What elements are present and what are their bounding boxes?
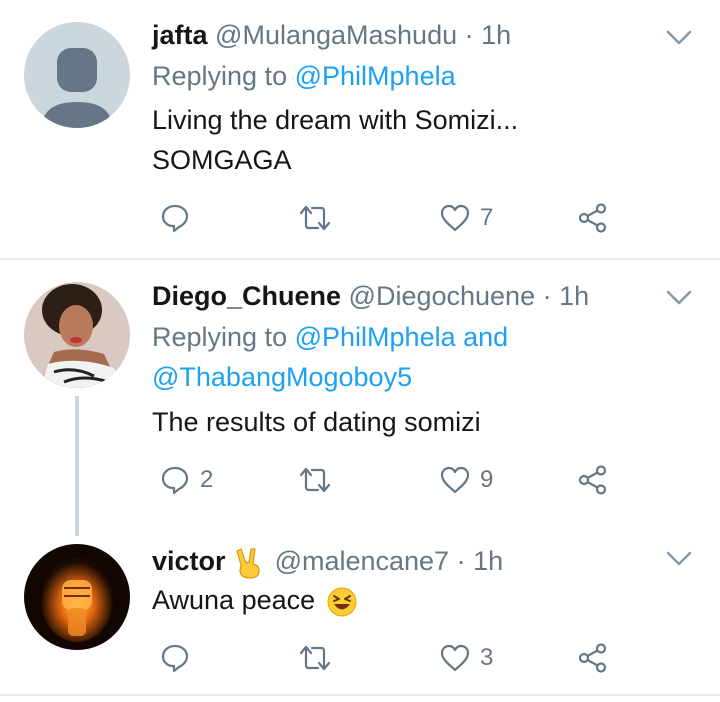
like-button[interactable]: 9: [440, 460, 493, 500]
share-button[interactable]: [578, 460, 608, 500]
avatar-victor[interactable]: [24, 544, 130, 650]
mention-link[interactable]: @ThabangMogoboy5: [152, 357, 508, 397]
reply-button[interactable]: 2: [160, 460, 213, 500]
tweet-header: victor @malencane7 · 1h: [152, 544, 503, 579]
tweet-text-line: Living the dream with Somizi...: [152, 105, 519, 135]
display-name[interactable]: victor: [152, 546, 226, 576]
replying-prefix: Replying to: [152, 61, 288, 91]
user-handle[interactable]: @Diegochuene: [349, 281, 536, 311]
replying-to: Replying to @PhilMphela: [152, 56, 456, 96]
display-name[interactable]: Diego_Chuene: [152, 281, 341, 311]
avatar-diego-chuene[interactable]: [24, 282, 130, 388]
tweet-text: The results of dating somizi: [152, 402, 481, 442]
share-button[interactable]: [578, 638, 608, 678]
like-count: 7: [480, 204, 494, 231]
reply-icon: [161, 204, 189, 233]
reply-icon: [161, 644, 189, 673]
replying-prefix: Replying to: [152, 322, 288, 352]
action-bar: 7: [152, 198, 632, 238]
like-icon: [440, 466, 470, 494]
action-bar: 3: [152, 638, 632, 678]
retweet-icon: [299, 205, 331, 231]
tweet-divider: [0, 694, 720, 696]
mention-link[interactable]: @PhilMphela and: [295, 322, 509, 352]
retweet-button[interactable]: [298, 638, 342, 678]
like-count: 9: [480, 466, 494, 493]
like-icon: [440, 644, 470, 672]
tweet-diego-chuene[interactable]: Diego_Chuene @Diegochuene · 1h Replying …: [0, 260, 720, 536]
tweet-victor[interactable]: victor @malencane7 · 1h Awuna peace 3: [0, 528, 720, 694]
like-count: 3: [480, 644, 494, 671]
like-icon: [440, 204, 470, 232]
default-avatar-icon: [42, 48, 112, 128]
retweet-button[interactable]: [298, 460, 342, 500]
laughing-face-emoji: [327, 587, 357, 617]
tweet-text: Living the dream with Somizi... SOMGAGA: [152, 100, 518, 180]
reply-icon: [161, 466, 189, 495]
reply-button[interactable]: [160, 638, 200, 678]
user-handle[interactable]: @MulangaMashudu: [215, 20, 457, 50]
action-bar: 2 9: [152, 460, 632, 500]
replying-to: Replying to @PhilMphela and @ThabangMogo…: [152, 317, 508, 397]
profile-photo: [24, 282, 130, 388]
tweet-text: Awuna peace: [152, 580, 357, 620]
share-button[interactable]: [578, 198, 608, 238]
victory-hand-emoji: [236, 548, 260, 579]
avatar-jafta[interactable]: [24, 22, 130, 128]
tweet-text-line: The results of dating somizi: [152, 407, 481, 437]
share-icon: [578, 643, 607, 673]
thread-connector: [75, 396, 79, 536]
share-icon: [578, 203, 607, 233]
separator-dot: ·: [456, 546, 466, 576]
timestamp[interactable]: 1h: [481, 20, 511, 50]
tweet-text-line: Awuna peace: [152, 585, 316, 615]
timestamp[interactable]: 1h: [473, 546, 503, 576]
separator-dot: ·: [542, 281, 552, 311]
reply-button[interactable]: [160, 198, 200, 238]
profile-photo: [24, 544, 130, 650]
chevron-down-icon[interactable]: [666, 30, 692, 46]
chevron-down-icon[interactable]: [666, 290, 692, 306]
tweet-header: Diego_Chuene @Diegochuene · 1h: [152, 279, 589, 313]
tweet-header: jafta @MulangaMashudu · 1h: [152, 18, 511, 52]
display-name[interactable]: jafta: [152, 20, 208, 50]
separator-dot: ·: [464, 20, 474, 50]
retweet-icon: [299, 467, 331, 493]
tweet-text-line: SOMGAGA: [152, 145, 292, 175]
user-handle[interactable]: @malencane7: [275, 546, 450, 576]
timestamp[interactable]: 1h: [559, 281, 589, 311]
retweet-icon: [299, 645, 331, 671]
like-button[interactable]: 7: [440, 198, 493, 238]
mention-link[interactable]: @PhilMphela: [295, 61, 456, 91]
tweet-jafta[interactable]: jafta @MulangaMashudu · 1h Replying to @…: [0, 0, 720, 258]
like-button[interactable]: 3: [440, 638, 493, 678]
share-icon: [578, 465, 607, 495]
chevron-down-icon[interactable]: [666, 551, 692, 567]
retweet-button[interactable]: [298, 198, 342, 238]
reply-count: 2: [200, 466, 214, 493]
